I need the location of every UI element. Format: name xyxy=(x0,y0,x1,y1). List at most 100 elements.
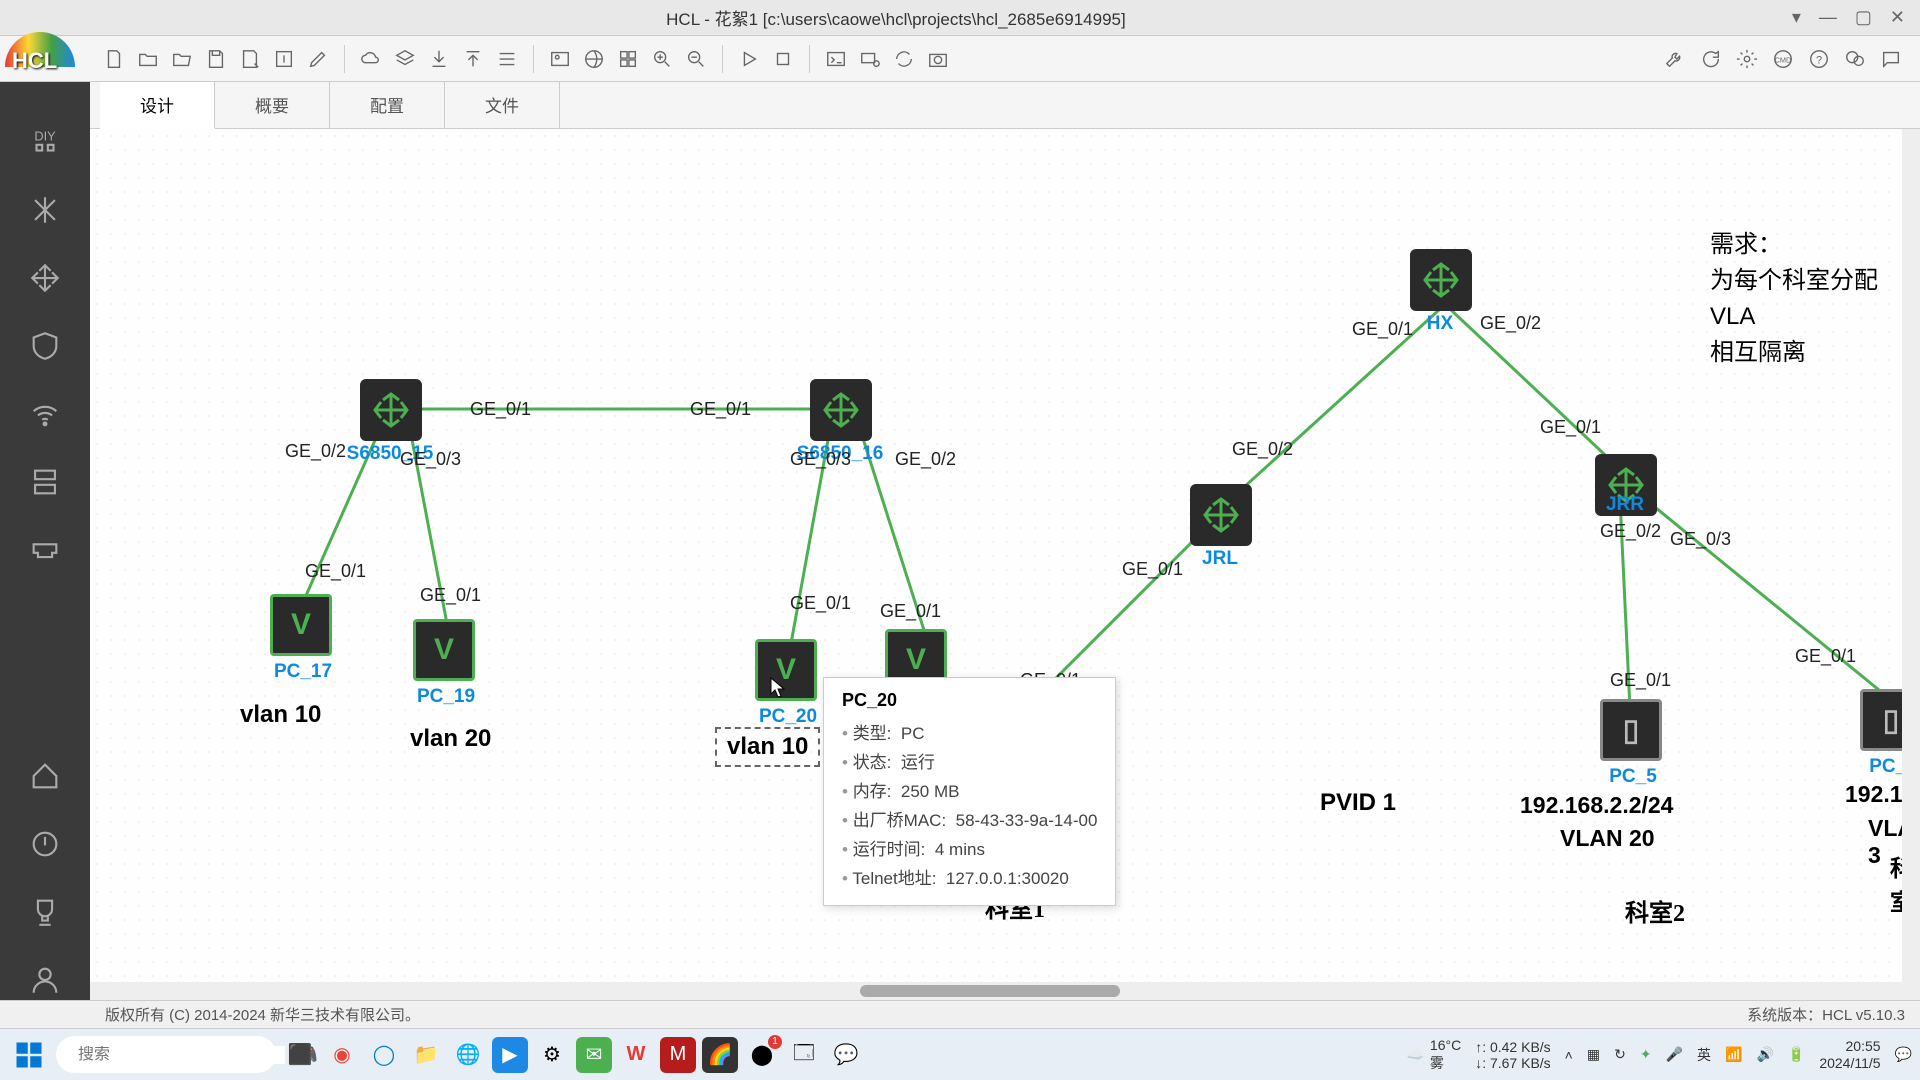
taskview-icon[interactable]: ⬛ xyxy=(282,1037,318,1073)
canvas-text-req-line[interactable]: 相互隔离 xyxy=(1710,335,1920,371)
edit-icon[interactable] xyxy=(304,45,332,73)
device-pc-20[interactable]: VPC_20 xyxy=(755,639,817,701)
close-button[interactable]: ✕ xyxy=(1890,7,1905,28)
app-blue-icon[interactable]: ▶ xyxy=(492,1037,528,1073)
device-config-icon[interactable] xyxy=(856,45,884,73)
play-icon[interactable] xyxy=(735,45,763,73)
device-switch-jrl[interactable]: JRL xyxy=(1190,484,1252,546)
nav-diy-icon[interactable]: DIY xyxy=(25,122,65,162)
refresh-link-icon[interactable] xyxy=(890,45,918,73)
tab-file[interactable]: 文件 xyxy=(445,82,560,128)
obs-icon[interactable]: ⬤1 xyxy=(744,1037,780,1073)
upload-icon[interactable] xyxy=(459,45,487,73)
open-folder-icon[interactable] xyxy=(168,45,196,73)
help-icon[interactable]: ? xyxy=(1805,45,1833,73)
canvas-text-req-title[interactable]: 需求： xyxy=(1710,227,1920,263)
cloud-icon[interactable] xyxy=(357,45,385,73)
device-switch-s6850-15[interactable]: S6850_15 xyxy=(360,379,422,441)
new-icon[interactable] xyxy=(100,45,128,73)
wrench-icon[interactable] xyxy=(1661,45,1689,73)
tray-chevron-icon[interactable]: ˄ xyxy=(1565,1047,1573,1063)
nav-port-icon[interactable] xyxy=(25,530,65,570)
app-green-icon[interactable]: ✉ xyxy=(576,1037,612,1073)
canvas-text-vlan10-selected[interactable]: vlan 10 xyxy=(715,727,820,767)
search-input[interactable] xyxy=(78,1046,285,1064)
weather-icon[interactable]: ☁️ xyxy=(1406,1046,1423,1063)
volume-icon[interactable]: 🔊 xyxy=(1756,1046,1773,1063)
app-red-icon[interactable]: M xyxy=(660,1037,696,1073)
device-switch-hx[interactable]: HX xyxy=(1410,249,1472,311)
device-pc-17[interactable]: VPC_17 xyxy=(270,594,332,656)
device-pc-19[interactable]: VPC_19 xyxy=(413,619,475,681)
notifications-icon[interactable]: 💬 xyxy=(1895,1046,1912,1063)
zoom-out-icon[interactable] xyxy=(682,45,710,73)
edge-swirl-icon[interactable]: ◯ xyxy=(366,1037,402,1073)
tab-config[interactable]: 配置 xyxy=(330,82,445,128)
topology-canvas[interactable]: S6850_15 S6850_16 HX JRL JRR xyxy=(90,129,1920,1000)
canvas-text-vlan10[interactable]: vlan 10 xyxy=(240,701,321,729)
wifi-icon[interactable]: 📶 xyxy=(1725,1046,1742,1063)
tray-leaf-icon[interactable]: ✦ xyxy=(1640,1046,1652,1063)
stop-icon[interactable] xyxy=(769,45,797,73)
ime-indicator[interactable]: 英 xyxy=(1697,1045,1711,1065)
menu-dropdown-icon[interactable]: ▾ xyxy=(1792,7,1801,28)
chrome-icon[interactable]: ◉ xyxy=(324,1037,360,1073)
device-switch-jrr[interactable]: JRR xyxy=(1595,454,1657,516)
saveas-icon[interactable] xyxy=(236,45,264,73)
canvas-text-req-line[interactable]: 为每个科室分配VLA xyxy=(1710,263,1920,335)
cmd-icon[interactable]: CMD xyxy=(1769,45,1797,73)
zoom-in-icon[interactable] xyxy=(648,45,676,73)
globe-icon[interactable] xyxy=(580,45,608,73)
camera-icon[interactable] xyxy=(924,45,952,73)
nav-security-icon[interactable] xyxy=(25,326,65,366)
maximize-button[interactable]: ▢ xyxy=(1855,7,1872,28)
horizontal-scrollbar[interactable] xyxy=(90,982,1920,1000)
device-switch-s6850-16[interactable]: S6850_16 xyxy=(810,379,872,441)
open-icon[interactable] xyxy=(134,45,162,73)
tab-overview[interactable]: 概要 xyxy=(215,82,330,128)
nav-server-icon[interactable] xyxy=(25,462,65,502)
edge-icon[interactable]: 🌐 xyxy=(450,1037,486,1073)
minimize-button[interactable]: — xyxy=(1819,7,1837,28)
terminal-icon[interactable] xyxy=(822,45,850,73)
battery-icon[interactable]: 🔋 xyxy=(1788,1046,1805,1063)
taskbar-search[interactable]: 🎮 xyxy=(56,1036,276,1073)
canvas-text-pvid1[interactable]: PVID 1 xyxy=(1320,789,1396,817)
tray-sync-icon[interactable]: ↻ xyxy=(1614,1046,1626,1063)
save-icon[interactable] xyxy=(202,45,230,73)
tab-design[interactable]: 设计 xyxy=(100,82,215,129)
gear-icon[interactable] xyxy=(1733,45,1761,73)
nav-trophy-icon[interactable] xyxy=(25,892,65,932)
app-grey-icon[interactable]: 🗔 xyxy=(786,1037,822,1073)
nav-wifi-icon[interactable] xyxy=(25,394,65,434)
wps-icon[interactable]: W xyxy=(618,1037,654,1073)
layers-icon[interactable] xyxy=(391,45,419,73)
taskbar-clock[interactable]: 20:55 2024/11/5 xyxy=(1819,1038,1880,1072)
nav-move-icon[interactable] xyxy=(25,258,65,298)
download-icon[interactable] xyxy=(425,45,453,73)
tray-mic-icon[interactable]: 🎤 xyxy=(1666,1046,1683,1063)
wechat-icon[interactable] xyxy=(1841,45,1869,73)
image-icon[interactable] xyxy=(546,45,574,73)
canvas-text-vlan20[interactable]: vlan 20 xyxy=(410,725,491,753)
grid-icon[interactable] xyxy=(614,45,642,73)
wechat-taskbar-icon[interactable]: 💬 xyxy=(828,1037,864,1073)
reload-icon[interactable] xyxy=(1697,45,1725,73)
canvas-text-ip[interactable]: 192.168.2.2/24 xyxy=(1520,792,1673,819)
device-pc-5[interactable]: ▯PC_5 xyxy=(1600,699,1662,761)
settings-icon[interactable]: ⚙ xyxy=(534,1037,570,1073)
nav-home-icon[interactable] xyxy=(25,756,65,796)
nav-user-icon[interactable] xyxy=(25,960,65,1000)
windows-start-button[interactable] xyxy=(8,1034,50,1076)
list-icon[interactable] xyxy=(493,45,521,73)
canvas-text-dept2[interactable]: 科室2 xyxy=(1625,893,1685,928)
chat-icon[interactable] xyxy=(1877,45,1905,73)
nav-topology-icon[interactable] xyxy=(25,190,65,230)
explorer-icon[interactable]: 📁 xyxy=(408,1037,444,1073)
export-icon[interactable] xyxy=(270,45,298,73)
vertical-scrollbar[interactable] xyxy=(1902,129,1920,982)
hcl-taskbar-icon[interactable]: 🌈 xyxy=(702,1037,738,1073)
nav-power-icon[interactable] xyxy=(25,824,65,864)
canvas-text-vlan[interactable]: VLAN 20 xyxy=(1560,825,1655,852)
tray-app-icon[interactable]: ▦ xyxy=(1587,1046,1600,1063)
